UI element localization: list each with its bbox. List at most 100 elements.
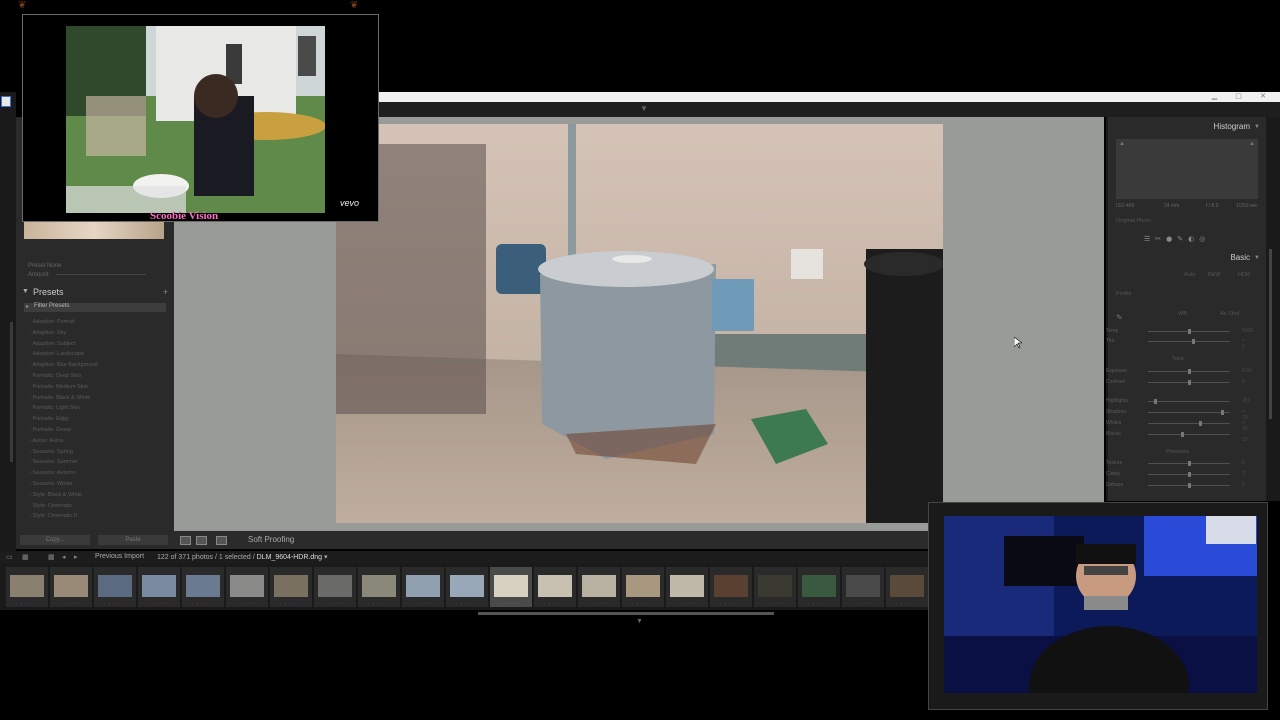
slider-knob[interactable]	[1188, 483, 1191, 488]
left-panel-scrollbar[interactable]	[10, 322, 13, 462]
filmstrip-thumbnail[interactable]: · · · · ·	[314, 567, 356, 607]
filmstrip-thumbnail[interactable]: · · · · ·	[226, 567, 268, 607]
expand-triangle-icon[interactable]: ▼	[22, 288, 29, 295]
preset-item[interactable]: Portraits: Medium Skin	[30, 384, 98, 395]
soft-proofing-toggle[interactable]: Soft Proofing	[248, 535, 294, 544]
slider-shadows[interactable]: Shadows + 79	[1106, 408, 1248, 421]
filmstrip-thumbnail[interactable]: · · · · ·	[50, 567, 92, 607]
preset-item[interactable]: Seasons: Autumn	[30, 470, 98, 481]
forward-arrow-icon[interactable]: ▸	[74, 553, 78, 561]
filmstrip-thumbnail[interactable]: · · · · ·	[842, 567, 884, 607]
preset-item[interactable]: Seasons: Winter	[30, 481, 98, 492]
slider-value[interactable]: 0.00	[1242, 368, 1252, 374]
preset-item[interactable]: Portraits: Light Skin	[30, 405, 98, 416]
filmstrip-thumbnail[interactable]: · · · · ·	[578, 567, 620, 607]
secondary-display-icon[interactable]: ▭	[6, 553, 13, 561]
histogram-collapse-icon[interactable]: ▼	[1254, 124, 1260, 130]
filter-presets-row[interactable]: ▸ Filter Presets	[24, 303, 166, 312]
slider-track[interactable]	[1148, 341, 1230, 342]
source-label[interactable]: Previous Import	[95, 553, 144, 560]
slider-knob[interactable]	[1188, 472, 1191, 477]
slider-knob[interactable]	[1192, 339, 1196, 344]
slider-track[interactable]	[1148, 434, 1230, 435]
slider-whites[interactable]: Whites + 26	[1106, 419, 1248, 432]
back-arrow-icon[interactable]: ◂	[62, 553, 66, 561]
shadow-clipping-icon[interactable]: ▲	[1119, 141, 1125, 147]
collapse-top-panel-icon[interactable]: ▼	[640, 104, 648, 113]
filmstrip-thumbnail[interactable]: · · · · ·	[798, 567, 840, 607]
filmstrip-thumbnail[interactable]: · · · · ·	[710, 567, 752, 607]
histogram[interactable]: ▲ ▲	[1116, 139, 1258, 199]
amount-slider-row[interactable]: Amount	[28, 272, 147, 278]
filmstrip-thumbnail[interactable]: · · · · ·	[358, 567, 400, 607]
slider-value[interactable]: - 15	[1242, 431, 1248, 443]
before-after-button[interactable]	[216, 536, 227, 545]
basic-title[interactable]: Basic	[1230, 253, 1250, 262]
add-preset-icon[interactable]: +	[163, 287, 168, 297]
preset-item[interactable]: Seasons: Summer	[30, 459, 98, 470]
slider-knob[interactable]	[1220, 410, 1224, 415]
treatment-bw[interactable]: B&W	[1208, 272, 1221, 278]
histogram-title[interactable]: Histogram	[1214, 122, 1250, 131]
slider-contrast[interactable]: Contrast 0	[1106, 378, 1245, 388]
preset-item[interactable]: Adaptive: Subject	[30, 341, 98, 352]
slider-knob[interactable]	[1188, 380, 1191, 385]
filmstrip-thumbnail[interactable]: · · · · ·	[886, 567, 928, 607]
slider-tint[interactable]: Tint + 2	[1106, 337, 1245, 350]
copy-button[interactable]: Copy...	[20, 535, 90, 545]
slider-texture[interactable]: Texture 0	[1106, 459, 1245, 469]
slider-knob[interactable]	[1188, 369, 1191, 374]
slider-track[interactable]	[1148, 412, 1230, 413]
slider-knob[interactable]	[1188, 461, 1191, 466]
filmstrip-thumbnail[interactable]: · · · · ·	[754, 567, 796, 607]
preset-item[interactable]: Style: Cinematic	[30, 503, 98, 514]
preset-item[interactable]: Adaptive: Blur Background	[30, 362, 98, 373]
wb-select[interactable]: As Shot	[1220, 311, 1239, 317]
treatment-auto[interactable]: Auto	[1184, 272, 1195, 278]
filmstrip-thumbnail[interactable]: · · · · ·	[622, 567, 664, 607]
slider-value[interactable]: 5000	[1242, 328, 1253, 334]
preset-item[interactable]: Style: Black & White	[30, 492, 98, 503]
filmstrip-thumbnail[interactable]: · · · · ·	[666, 567, 708, 607]
preset-item[interactable]: Style: Cinematic II	[30, 513, 98, 524]
filmstrip-thumbnail[interactable]: · · · · ·	[182, 567, 224, 607]
basic-collapse-icon[interactable]: ▼	[1254, 255, 1260, 261]
slider-track[interactable]	[1148, 401, 1230, 402]
slider-value[interactable]: 0	[1242, 379, 1245, 385]
filmstrip-thumbnail[interactable]: · · · · ·	[138, 567, 180, 607]
slider-exposure[interactable]: Exposure 0.00	[1106, 367, 1252, 377]
navigator-preview[interactable]	[24, 221, 164, 239]
slider-clarity[interactable]: Clarity 0	[1106, 470, 1245, 480]
filmstrip-grid-icon[interactable]: ▦	[22, 553, 29, 561]
preset-item[interactable]: Portraits: Black & White	[30, 395, 98, 406]
preset-item[interactable]: Portraits: Deep Skin	[30, 373, 98, 384]
slider-knob[interactable]	[1153, 399, 1157, 404]
profile-label[interactable]: Profile	[1116, 291, 1132, 297]
preset-item[interactable]: Seasons: Spring	[30, 449, 98, 460]
filmstrip-thumbnail[interactable]: · · · · ·	[402, 567, 444, 607]
slider-value[interactable]: 0	[1242, 482, 1245, 488]
preset-item[interactable]: Portraits: Edgy	[30, 416, 98, 427]
filmstrip-thumbnail[interactable]: · · · · ·	[270, 567, 312, 607]
slider-value[interactable]: 0	[1242, 460, 1245, 466]
filmstrip-thumbnail[interactable]: · · · · ·	[534, 567, 576, 607]
slider-highlights[interactable]: Highlights -83	[1106, 397, 1249, 407]
slider-knob[interactable]	[1181, 432, 1185, 437]
compare-view-button[interactable]	[196, 536, 207, 545]
slider-blacks[interactable]: Blacks - 15	[1106, 430, 1248, 443]
loupe-view-button[interactable]	[180, 536, 191, 545]
slider-temp[interactable]: Temp 5000	[1106, 327, 1253, 337]
right-panel-scrollbar[interactable]	[1269, 249, 1272, 419]
slider-value[interactable]: 0	[1242, 471, 1245, 477]
preset-item[interactable]: Portraits: Group	[30, 427, 98, 438]
eyedropper-icon[interactable]: ✎	[1116, 313, 1123, 322]
paste-button[interactable]: Paste	[98, 535, 168, 545]
slider-knob[interactable]	[1198, 421, 1202, 426]
filmstrip-thumbnail[interactable]: · · · · ·	[94, 567, 136, 607]
module-picker-collapsed[interactable]: ▼	[378, 102, 1280, 117]
preset-item[interactable]: Adaptive: Landscape	[30, 351, 98, 362]
presets-panel-header[interactable]: ▼ Presets +	[20, 287, 170, 301]
slider-knob[interactable]	[1188, 329, 1191, 334]
grid-view-icon[interactable]: ▦	[48, 553, 55, 561]
filmstrip-thumbnail[interactable]: · · · · ·	[6, 567, 48, 607]
